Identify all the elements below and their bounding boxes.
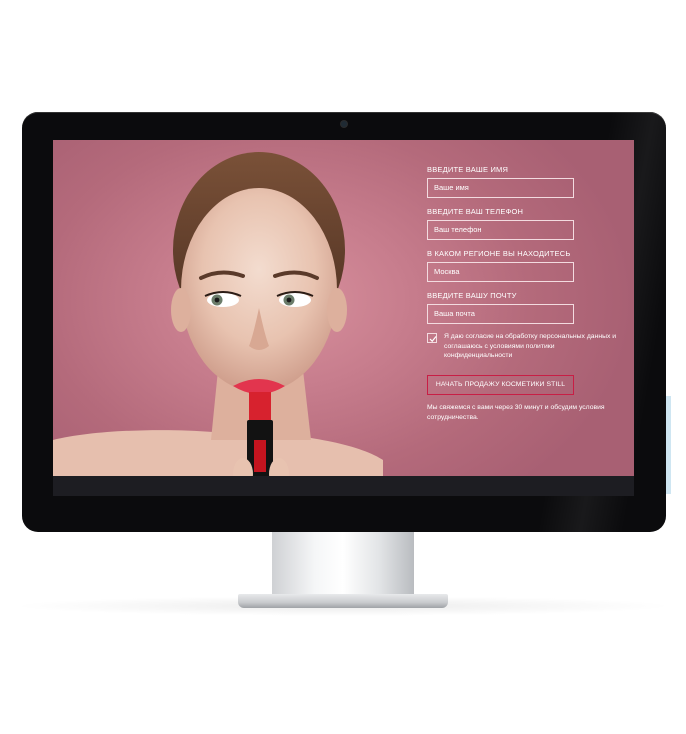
consent-text: Я даю согласие на обработку персональных… <box>444 333 617 359</box>
region-label: В КАКОМ РЕГИОНЕ ВЫ НАХОДИТЕСЬ <box>427 249 571 258</box>
email-label: ВВЕДИТЕ ВАШУ ПОЧТУ <box>427 291 517 300</box>
webcam-icon <box>341 121 347 127</box>
monitor-bezel: ВВЕДИТЕ ВАШЕ ИМЯ Ваше имя ВВЕДИТЕ ВАШ ТЕ… <box>22 112 666 532</box>
name-label: ВВЕДИТЕ ВАШЕ ИМЯ <box>427 165 509 174</box>
consent-block: Я даю согласие на обработку персональных… <box>427 333 617 363</box>
monitor-stand-neck <box>272 532 414 596</box>
model-photo <box>53 152 383 496</box>
contact-note: Мы свяжемся с вами через 30 минут и обсу… <box>427 404 605 421</box>
region-field[interactable]: Москва <box>427 262 574 282</box>
phone-label: ВВЕДИТЕ ВАШ ТЕЛЕФОН <box>427 207 524 216</box>
lead-form: ВВЕДИТЕ ВАШЕ ИМЯ Ваше имя ВВЕДИТЕ ВАШ ТЕ… <box>427 165 617 422</box>
consent-checkbox[interactable] <box>427 333 437 343</box>
start-sales-button[interactable]: НАЧАТЬ ПРОДАЖУ КОСМЕТИКИ STILL <box>427 375 574 395</box>
screen-bottom-band <box>53 476 634 496</box>
monitor-stand-base <box>238 594 448 608</box>
name-field[interactable]: Ваше имя <box>427 178 574 198</box>
email-field[interactable]: Ваша почта <box>427 304 574 324</box>
side-strip <box>666 396 671 494</box>
phone-field[interactable]: Ваш телефон <box>427 220 574 240</box>
screen: ВВЕДИТЕ ВАШЕ ИМЯ Ваше имя ВВЕДИТЕ ВАШ ТЕ… <box>53 140 634 496</box>
check-icon <box>429 336 437 343</box>
